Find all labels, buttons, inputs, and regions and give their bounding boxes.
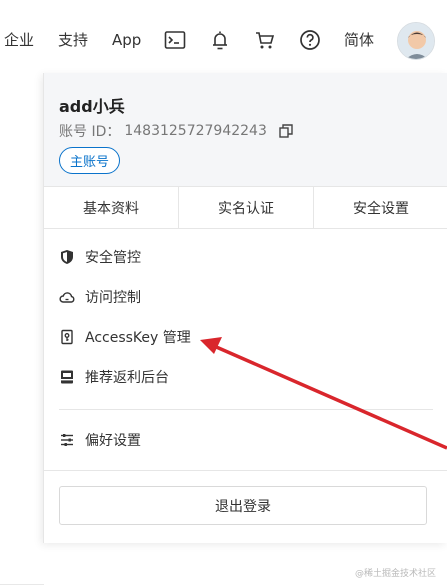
menu-item-label: 偏好设置 bbox=[85, 433, 141, 449]
page: 企业 支持 App 简体 add小兵 账号 ID： 14831257279422… bbox=[0, 0, 447, 585]
tab-basic-info[interactable]: 基本资料 bbox=[44, 187, 179, 228]
menu-item-preferences[interactable]: 偏好设置 bbox=[59, 428, 141, 452]
nav-support[interactable]: 支持 bbox=[58, 30, 88, 50]
account-header: add小兵 账号 ID： 1483125727942243 主账号 bbox=[44, 73, 447, 186]
account-dropdown: add小兵 账号 ID： 1483125727942243 主账号 基本资料 实… bbox=[43, 73, 447, 543]
watermark: @稀土掘金技术社区 bbox=[355, 569, 437, 579]
menu-item-label: 安全管控 bbox=[85, 250, 141, 266]
account-id-value: 1483125727942243 bbox=[124, 123, 267, 139]
account-tabs: 基本资料 实名认证 安全设置 bbox=[44, 186, 447, 229]
cloud-icon bbox=[59, 292, 75, 303]
cart-icon[interactable] bbox=[253, 28, 277, 52]
help-icon[interactable] bbox=[298, 28, 322, 52]
tab-real-name[interactable]: 实名认证 bbox=[179, 187, 314, 228]
top-navigation-bar: 企业 支持 App 简体 bbox=[0, 0, 447, 80]
sliders-icon bbox=[61, 434, 73, 446]
nav-enterprise[interactable]: 企业 bbox=[4, 30, 34, 50]
background-content bbox=[0, 80, 44, 585]
username: add小兵 bbox=[59, 97, 125, 116]
terminal-icon[interactable] bbox=[163, 28, 187, 52]
key-icon bbox=[61, 329, 73, 345]
gift-icon bbox=[61, 370, 73, 384]
nav-app[interactable]: App bbox=[112, 30, 141, 50]
menu-item-label: AccessKey 管理 bbox=[85, 330, 191, 346]
copy-icon[interactable] bbox=[279, 124, 293, 138]
main-account-badge: 主账号 bbox=[59, 147, 121, 174]
menu-item-label: 访问控制 bbox=[85, 290, 141, 306]
menu-item-label: 推荐返利后台 bbox=[85, 370, 169, 386]
tab-security-settings[interactable]: 安全设置 bbox=[314, 187, 447, 228]
shield-icon bbox=[61, 250, 73, 264]
menu-item-access-control[interactable]: 访问控制 bbox=[59, 285, 141, 309]
divider bbox=[44, 470, 447, 471]
menu-item-security-control[interactable]: 安全管控 bbox=[59, 245, 141, 269]
account-id: 账号 ID： 1483125727942243 bbox=[59, 121, 293, 141]
menu-item-referral[interactable]: 推荐返利后台 bbox=[59, 365, 169, 389]
nav-language[interactable]: 简体 bbox=[344, 30, 374, 50]
account-id-label: 账号 ID： bbox=[59, 124, 121, 140]
logout-button[interactable]: 退出登录 bbox=[59, 486, 427, 525]
bell-icon[interactable] bbox=[208, 28, 232, 52]
avatar[interactable] bbox=[397, 22, 435, 60]
divider bbox=[59, 409, 433, 410]
menu-item-accesskey[interactable]: AccessKey 管理 bbox=[59, 325, 191, 349]
